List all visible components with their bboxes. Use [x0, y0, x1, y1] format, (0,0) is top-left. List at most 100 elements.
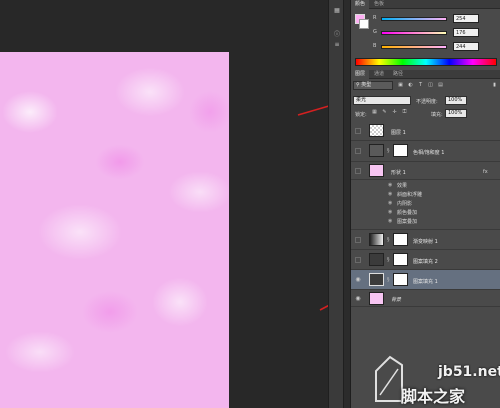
visibility-toggle[interactable]	[355, 128, 361, 134]
lock-transparency-icon[interactable]: ▦	[371, 109, 378, 116]
layer-name: 渐变映射 1	[413, 239, 438, 245]
inner-shadow-eye-icon[interactable]: ◉	[388, 200, 392, 206]
red-slider[interactable]	[381, 17, 447, 21]
filter-kind-value: 类型	[361, 82, 372, 88]
effect-pattern-overlay[interactable]: 图案叠加	[397, 218, 417, 225]
eye-icon[interactable]: ◉	[354, 295, 362, 303]
green-label: G	[373, 29, 377, 35]
visibility-toggle[interactable]	[355, 237, 361, 243]
red-label: R	[373, 15, 377, 21]
layers-panel-tabs: 图层 通道 路径	[351, 70, 500, 79]
fx-icon[interactable]: fx	[483, 169, 488, 175]
canvas-area[interactable]	[0, 0, 328, 408]
link-icon: §	[387, 257, 390, 263]
layer-row[interactable]: 图层 1	[351, 121, 500, 141]
color-spectrum-bar[interactable]	[355, 58, 497, 66]
effect-inner-shadow[interactable]: 内阴影	[397, 200, 412, 207]
fill-value: 100%	[448, 110, 463, 116]
lock-paint-icon[interactable]: ✎	[381, 109, 388, 116]
filter-shape-icon[interactable]: ◫	[427, 82, 434, 89]
layer-mask-thumbnail	[393, 233, 408, 246]
pattern-fill-thumbnail	[369, 253, 384, 266]
visibility-toggle[interactable]	[355, 257, 361, 263]
info-icon[interactable]: ⓘ	[332, 30, 342, 39]
tab-layers[interactable]: 图层	[351, 70, 370, 79]
watermark-site: jb51.net	[438, 364, 500, 380]
adjustment-thumbnail	[369, 144, 384, 157]
red-slider-row: R 254	[373, 14, 499, 24]
fill-label: 填充:	[431, 112, 443, 118]
layer-row[interactable]: ◉ 背景	[351, 290, 500, 307]
green-slider[interactable]	[381, 31, 447, 35]
layer-name: 图层 1	[391, 130, 406, 136]
tab-color[interactable]: 颜色	[351, 0, 370, 9]
layer-row[interactable]: § 图案填充 2	[351, 250, 500, 270]
tab-swatches[interactable]: 色板	[370, 0, 388, 9]
layer-name: 色相/饱和度 1	[413, 150, 445, 156]
properties-icon[interactable]: ≡	[332, 40, 342, 49]
eye-icon[interactable]: ◉	[354, 276, 362, 284]
opacity-value: 100%	[448, 97, 463, 103]
layer-row[interactable]: 形状 1 fx	[351, 162, 500, 180]
lock-label: 锁定:	[355, 112, 367, 118]
link-icon: §	[387, 148, 390, 154]
fill-input[interactable]: 100%	[445, 109, 467, 118]
blend-mode-value: 柔光	[356, 97, 367, 103]
layer-row[interactable]: § 渐变映射 1	[351, 229, 500, 250]
visibility-toggle[interactable]	[355, 168, 361, 174]
filter-pixel-icon[interactable]: ▣	[397, 82, 404, 89]
filter-type-icon[interactable]: T	[417, 82, 424, 89]
layer-name: 图案填充 1	[413, 279, 438, 285]
lock-move-icon[interactable]: ✛	[391, 109, 398, 116]
layer-mask-thumbnail	[393, 144, 408, 157]
layer-row[interactable]: § 色相/饱和度 1	[351, 141, 500, 162]
layer-filter-row: ⚲ 类型 ▣ ◐ T ◫ ▤ ▮	[351, 80, 500, 91]
layer-name: 图案填充 2	[413, 259, 438, 265]
effect-color-overlay[interactable]: 颜色叠加	[397, 209, 417, 216]
tab-paths[interactable]: 路径	[389, 70, 407, 79]
blue-label: B	[373, 43, 377, 49]
filter-smart-object-icon[interactable]: ▤	[437, 82, 444, 89]
blue-slider[interactable]	[381, 45, 447, 49]
pattern-fill-thumbnail	[369, 273, 384, 286]
link-icon: §	[387, 277, 390, 283]
filter-adjustment-icon[interactable]: ◐	[407, 82, 414, 89]
pattern-overlay-eye-icon[interactable]: ◉	[388, 218, 392, 224]
effects-label: 效果	[397, 183, 408, 189]
watermark-name: 脚本之家	[401, 387, 466, 406]
layer-thumbnail	[369, 124, 384, 137]
panel-icon-strip: ▦ ⓘ ≡	[328, 0, 344, 408]
layer-name: 背景	[391, 297, 402, 303]
gradient-map-thumbnail	[369, 233, 384, 246]
background-thumbnail	[369, 292, 384, 305]
green-value-input[interactable]: 176	[453, 28, 479, 37]
history-icon[interactable]: ▦	[332, 6, 342, 15]
filter-kind-select[interactable]: ⚲ 类型	[353, 81, 393, 90]
opacity-input[interactable]: 100%	[445, 96, 467, 105]
color-overlay-eye-icon[interactable]: ◉	[388, 209, 392, 215]
layer-mask-thumbnail	[393, 253, 408, 266]
layers-list: 图层 1 § 色相/饱和度 1 形状 1 fx ◉ 效果 ◉ 斜面和浮雕 ◉ 内…	[351, 121, 500, 311]
effect-bevel-emboss[interactable]: 斜面和浮雕	[397, 191, 422, 198]
background-color-swatch[interactable]	[359, 19, 369, 29]
green-slider-row: G 176	[373, 28, 499, 38]
bevel-eye-icon[interactable]: ◉	[388, 191, 392, 197]
red-value-input[interactable]: 254	[453, 14, 479, 23]
layer-name: 形状 1	[391, 170, 406, 176]
document-canvas[interactable]	[0, 52, 229, 408]
opacity-label: 不透明度:	[416, 99, 438, 105]
blend-mode-select[interactable]: 柔光	[353, 96, 411, 105]
blue-value-input[interactable]: 244	[453, 42, 479, 51]
color-panel-tabs: 颜色 色板	[351, 0, 500, 9]
layer-thumbnail	[369, 164, 384, 177]
layer-row-selected[interactable]: ◉ § 图案填充 1	[351, 270, 500, 290]
lock-all-icon[interactable]: ⚿	[401, 109, 408, 116]
tab-channels[interactable]: 通道	[370, 70, 388, 79]
link-icon: §	[387, 237, 390, 243]
visibility-toggle[interactable]	[355, 148, 361, 154]
right-panels: 颜色 色板 R 254 G 176 B 244 图层 通道 路径 ⚲ 类型 ▣ …	[350, 0, 500, 408]
effects-eye-icon[interactable]: ◉	[388, 182, 392, 188]
filter-toggle-icon[interactable]: ▮	[491, 82, 498, 89]
blue-slider-row: B 244	[373, 42, 499, 52]
layer-mask-thumbnail	[393, 273, 408, 286]
